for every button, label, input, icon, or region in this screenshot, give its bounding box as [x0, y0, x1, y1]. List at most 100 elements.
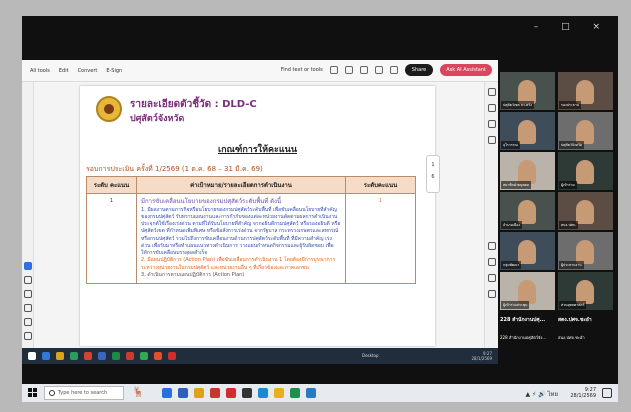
document-title: รายละเอียดตัวชี้วัด : DLD-C	[130, 99, 257, 110]
remote-line-icon[interactable]	[140, 352, 148, 360]
participant-tile[interactable]: ปศุสัตว์เขต สว.ตรัง	[500, 72, 555, 110]
language-indicator[interactable]: ไทย	[548, 391, 559, 398]
remote-clock: 9:27 28/1/2569	[471, 351, 492, 361]
remote-excel-icon[interactable]	[112, 352, 120, 360]
tray-icons[interactable]: ▲ ⚡ 🔊 ไทย	[525, 389, 558, 399]
item-title: มีการขับเคลื่อนนโยบายของกรมปศุสัตว์ระดับ…	[141, 198, 282, 205]
explorer-icon[interactable]	[194, 388, 204, 398]
print-icon[interactable]	[374, 66, 383, 74]
app-icon[interactable]	[242, 388, 252, 398]
cell-score: 1	[345, 192, 416, 285]
remote-ppt-icon[interactable]	[154, 352, 162, 360]
pages-icon[interactable]	[488, 136, 496, 144]
deer-logo-icon[interactable]: 🦌	[132, 387, 144, 398]
zoom-icon[interactable]	[24, 276, 32, 284]
notification-icon[interactable]	[602, 388, 612, 398]
participants-grid: ปศุสัตว์เขต สว.ตรัง รองประธานอุไรวรรณ ปศุส…	[500, 72, 614, 348]
cell-target: มีการขับเคลื่อนนโยบายของกรมปศุสัตว์ระดับ…	[136, 192, 346, 285]
remote-app-icon[interactable]	[84, 352, 92, 360]
participant-video	[576, 200, 594, 224]
table-row: 1 มีการขับเคลื่อนนโยบายของกรมปศุสัตว์ระด…	[86, 192, 416, 285]
remote-date: 28/1/2569	[471, 356, 492, 361]
item-sub-1: 1. มีผลงานตามภารกิจหรือนโยบายของกรมปศุสั…	[141, 206, 341, 257]
remote-desktop-label: Desktop	[362, 353, 379, 358]
chrome-icon[interactable]	[274, 388, 284, 398]
header-score: ระดับคะแนน	[345, 176, 416, 194]
close-icon[interactable]: ×	[592, 22, 610, 32]
remote-acrobat-icon[interactable]	[168, 352, 176, 360]
remote-search-icon[interactable]	[42, 352, 50, 360]
acrobat-icon[interactable]	[226, 388, 236, 398]
find-tools-field[interactable]: Find text or tools	[281, 67, 323, 73]
participant-tile[interactable]: อำเภอเมือง	[500, 192, 555, 230]
participant-tile[interactable]: อุไรวรรณ	[500, 112, 555, 150]
item-sub-2: 2. มีแผนปฏิบัติการ (Action Plan) เพื่อขั…	[141, 257, 336, 271]
comment-icon[interactable]	[488, 88, 496, 96]
teams-icon[interactable]	[306, 388, 316, 398]
participant-tile[interactable]: กลุ่มพัฒนา	[500, 232, 555, 270]
text-select-icon[interactable]	[24, 318, 32, 326]
right-toolbar	[484, 82, 498, 348]
menu-esign[interactable]: E-Sign	[106, 68, 122, 74]
menu-edit[interactable]: Edit	[59, 68, 69, 74]
powerpoint-icon[interactable]	[210, 388, 220, 398]
participant-name: กลุ่มพัฒนา	[501, 261, 522, 269]
remote-chrome-icon[interactable]	[56, 352, 64, 360]
pen-icon[interactable]	[24, 290, 32, 298]
participant-tile[interactable]: ผู้เข้าร่วมประชุม	[500, 272, 555, 310]
zoom-out-icon[interactable]	[488, 290, 496, 298]
stamp-icon[interactable]	[24, 332, 32, 340]
participant-name: ส่วนยุทธศาสตร์	[559, 301, 587, 309]
text-icon[interactable]	[344, 66, 353, 74]
cell-level: 1	[86, 192, 137, 285]
select-cursor-icon[interactable]	[24, 262, 32, 270]
taskbar-search-input[interactable]: Type here to search	[44, 386, 124, 400]
zoom-in-icon[interactable]	[488, 274, 496, 282]
participant-name: ปศุสัตว์เขต สว.ตรัง	[501, 101, 534, 109]
menu-all-tools[interactable]: All tools	[30, 68, 50, 74]
windows-start-icon[interactable]	[28, 388, 37, 397]
participant-tile[interactable]: ปศุสัตว์จังหวัด	[558, 112, 613, 150]
participant-label-main-left: 228 สำนักงานปศุ...	[500, 317, 546, 323]
grid-icon[interactable]	[359, 66, 368, 74]
remote-start-icon[interactable]	[28, 352, 36, 360]
participant-name: ปศุสัตว์จังหวัด	[559, 141, 585, 149]
evaluation-round: รอบการประเมิน ครั้งที่ 1/2569 (1 ต.ค. 68…	[86, 165, 263, 173]
pdf-toolbar: All tools Edit Convert E-Sign Find text …	[22, 60, 498, 82]
edge-icon[interactable]	[162, 388, 172, 398]
minimize-icon[interactable]: –	[534, 22, 549, 32]
taskbar-clock[interactable]: 9:27 28/1/2569	[570, 387, 596, 399]
globe-icon[interactable]	[389, 66, 398, 74]
zoom-icon[interactable]	[258, 388, 268, 398]
share-button[interactable]: Share	[404, 64, 434, 76]
participant-name: อุไรวรรณ	[501, 141, 520, 149]
remote-explorer-icon[interactable]	[70, 352, 78, 360]
meeting-window: – □ × All tools Edit Convert E-Sign Find…	[22, 16, 618, 384]
participant-tile[interactable]: รองประธาน	[558, 72, 613, 110]
pdf-page: รายละเอียดตัวชี้วัด : DLD-C ปศุสัตว์จังห…	[80, 86, 435, 346]
taskbar: Type here to search 🦌 ▲ ⚡ 🔊 ไทย 9:27 28/…	[22, 384, 618, 402]
participant-name: อำเภอเมือง	[501, 221, 522, 229]
attach-icon[interactable]	[488, 120, 496, 128]
remote-word-icon[interactable]	[98, 352, 106, 360]
participant-name: ผู้เข้าร่วมประชุม	[501, 301, 530, 309]
line-icon[interactable]	[290, 388, 300, 398]
search-icon[interactable]	[329, 66, 338, 74]
lasso-icon[interactable]	[24, 304, 32, 312]
download-icon[interactable]	[488, 258, 496, 266]
bookmark-icon[interactable]	[488, 104, 496, 112]
rotate-icon[interactable]	[488, 242, 496, 250]
participant-tile[interactable]: สมาชิกฝ่ายบุคคล	[500, 152, 555, 190]
header-level: ระดับ คะแนน	[86, 176, 137, 194]
page-controls[interactable]: 1 6	[426, 155, 440, 193]
participant-tile[interactable]: ผู้ประสานงาน	[558, 232, 613, 270]
department-logo-icon	[96, 96, 122, 122]
maximize-icon[interactable]: □	[561, 22, 580, 32]
menu-convert[interactable]: Convert	[78, 68, 98, 74]
word-icon[interactable]	[178, 388, 188, 398]
participant-tile[interactable]: สนง.ปศจ.	[558, 192, 613, 230]
participant-tile[interactable]: ส่วนยุทธศาสตร์	[558, 272, 613, 310]
participant-tile[interactable]: ผู้เข้าร่วม	[558, 152, 613, 190]
remote-pdf-icon[interactable]	[126, 352, 134, 360]
ai-assistant-button[interactable]: Ask AI Assistant	[440, 64, 492, 76]
